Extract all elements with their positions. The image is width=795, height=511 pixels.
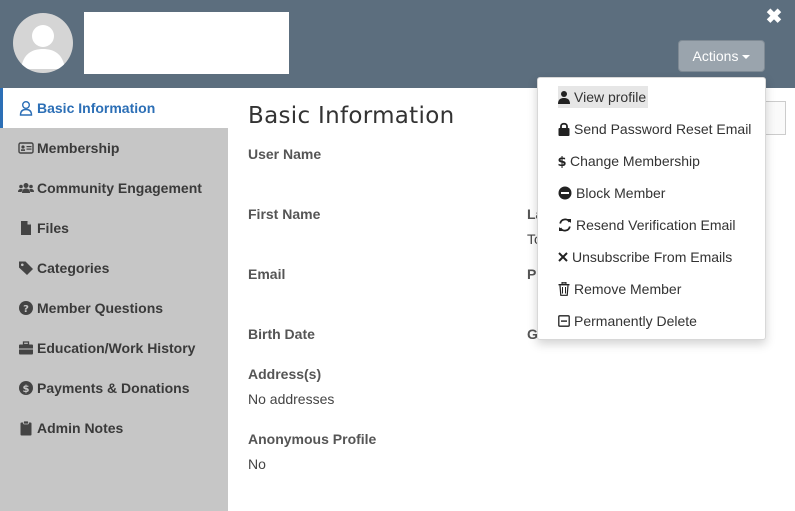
- sidebar-item-label: Payments & Donations: [37, 380, 190, 396]
- sidebar-item-admin-notes[interactable]: Admin Notes: [0, 408, 228, 448]
- anonymous-profile-value: No: [248, 456, 266, 472]
- sidebar-item-basic-information[interactable]: Basic Information: [0, 88, 228, 128]
- menu-item-send-password-reset[interactable]: Send Password Reset Email: [558, 118, 751, 140]
- menu-item-unsubscribe[interactable]: Unsubscribe From Emails: [558, 246, 732, 268]
- page-title: Basic Information: [248, 103, 455, 129]
- sidebar-item-label: Files: [37, 220, 69, 236]
- file-icon: [21, 221, 31, 235]
- users-icon: [18, 183, 34, 193]
- addresses-value: No addresses: [248, 391, 335, 407]
- profile-header: ✖ Actions: [0, 0, 795, 88]
- user-outline-icon: [19, 101, 33, 116]
- menu-item-label: Permanently Delete: [574, 313, 697, 329]
- refresh-icon: [559, 218, 571, 232]
- sidebar-item-education-work-history[interactable]: Education/Work History: [0, 328, 228, 368]
- menu-item-view-profile[interactable]: View profile: [558, 86, 649, 108]
- svg-text:?: ?: [23, 304, 29, 315]
- anonymous-profile-label: Anonymous Profile: [248, 431, 377, 447]
- birth-date-label: Birth Date: [248, 326, 315, 342]
- tag-icon: [19, 261, 33, 275]
- sidebar-item-payments-donations[interactable]: $ Payments & Donations: [0, 368, 228, 408]
- sidebar-item-files[interactable]: Files: [0, 208, 228, 248]
- sidebar-item-membership[interactable]: Membership: [0, 128, 228, 168]
- menu-item-label: Block Member: [576, 185, 666, 201]
- avatar-placeholder-icon: [21, 25, 65, 69]
- menu-item-permanently-delete[interactable]: Permanently Delete: [558, 310, 697, 332]
- sidebar-item-categories[interactable]: Categories: [0, 248, 228, 288]
- close-icon[interactable]: ✖: [764, 7, 784, 27]
- user-icon: [558, 91, 570, 104]
- caret-down-icon: [742, 55, 751, 60]
- menu-item-label: Change Membership: [570, 153, 700, 169]
- first-name-label: First Name: [248, 206, 321, 222]
- svg-text:$: $: [558, 155, 566, 168]
- actions-button[interactable]: Actions: [678, 40, 765, 72]
- svg-text:$: $: [23, 384, 30, 395]
- sidebar: Basic Information Membership Community E…: [0, 88, 228, 511]
- trash-icon: [558, 282, 570, 296]
- addresses-label: Address(s): [248, 366, 322, 382]
- menu-item-block-member[interactable]: Block Member: [558, 182, 665, 204]
- dollar-icon: $: [558, 155, 566, 168]
- sidebar-item-label: Categories: [37, 260, 110, 276]
- actions-dropdown-menu: View profile Send Password Reset Email $…: [537, 77, 766, 340]
- menu-item-label: Unsubscribe From Emails: [572, 249, 733, 265]
- menu-item-label: Resend Verification Email: [576, 217, 736, 233]
- email-label: Email: [248, 266, 286, 282]
- sidebar-item-label: Admin Notes: [37, 420, 124, 436]
- sidebar-item-label: Community Engagement: [37, 180, 202, 196]
- briefcase-icon: [19, 341, 33, 355]
- minus-square-icon: [558, 315, 570, 327]
- menu-item-resend-verification[interactable]: Resend Verification Email: [558, 214, 736, 236]
- sidebar-item-community-engagement[interactable]: Community Engagement: [0, 168, 228, 208]
- sidebar-item-label: Education/Work History: [37, 340, 196, 356]
- menu-item-label: Send Password Reset Email: [574, 121, 752, 137]
- minus-circle-icon: [558, 186, 572, 200]
- member-name-box: [84, 12, 289, 74]
- sidebar-item-label: Member Questions: [37, 300, 164, 316]
- menu-item-label: View profile: [574, 89, 647, 105]
- x-icon: [558, 252, 568, 262]
- user-name-label: User Name: [248, 146, 322, 162]
- dollar-circle-icon: $: [19, 381, 33, 395]
- sidebar-item-member-questions[interactable]: ? Member Questions: [0, 288, 228, 328]
- actions-button-label: Actions: [692, 48, 739, 64]
- menu-item-change-membership[interactable]: $ Change Membership: [558, 150, 700, 172]
- sidebar-item-label: Membership: [37, 140, 120, 156]
- id-card-icon: [18, 142, 34, 154]
- lock-icon: [558, 122, 570, 136]
- menu-item-label: Remove Member: [574, 281, 682, 297]
- question-circle-icon: ?: [19, 301, 33, 315]
- sidebar-item-label: Basic Information: [37, 100, 156, 116]
- menu-item-remove-member[interactable]: Remove Member: [558, 278, 681, 300]
- avatar: [13, 13, 73, 73]
- clipboard-icon: [20, 420, 32, 436]
